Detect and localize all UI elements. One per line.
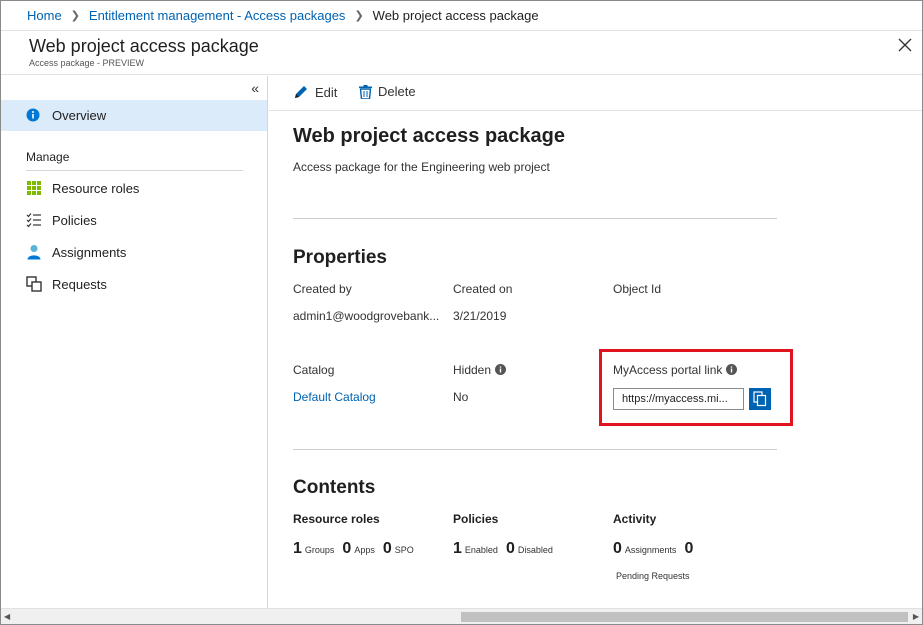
breadcrumb-entitlement[interactable]: Entitlement management - Access packages (89, 8, 346, 23)
close-icon[interactable] (898, 38, 912, 52)
sidebar-item-label: Requests (52, 276, 107, 292)
assignments-label: Assignments (624, 545, 677, 555)
apps-count: 0 (342, 540, 352, 557)
hidden-label: Hidden (453, 363, 492, 377)
contents-title: Contents (293, 477, 376, 498)
activity-heading: Activity (613, 512, 657, 526)
divider (293, 449, 777, 450)
sidebar-item-requests[interactable]: Requests (1, 269, 267, 299)
sidebar: « Overview Manage Resource roles Policie… (1, 76, 268, 608)
breadcrumb-home[interactable]: Home (27, 8, 62, 23)
spo-label: SPO (394, 545, 414, 555)
created-by-value: admin1@woodgrovebank... (293, 309, 440, 323)
policies-counts: 1 Enabled 0 Disabled (453, 540, 561, 558)
resource-roles-heading: Resource roles (293, 512, 380, 526)
scroll-right-icon[interactable]: ▶ (909, 612, 919, 622)
sidebar-item-label: Assignments (52, 244, 127, 260)
pencil-icon (295, 86, 307, 98)
sidebar-item-label: Resource roles (52, 180, 140, 196)
pending-count: 0 (684, 540, 694, 557)
sidebar-item-label: Overview (52, 108, 107, 123)
created-by-label: Created by (293, 282, 352, 296)
sidebar-item-label: Policies (52, 212, 97, 228)
scrollbar-thumb[interactable] (461, 612, 908, 622)
highlight-box (599, 349, 793, 426)
hidden-value: No (453, 390, 469, 404)
scroll-left-icon[interactable]: ◀ (4, 612, 14, 622)
properties-title: Properties (293, 247, 387, 268)
delete-button[interactable]: Delete (359, 84, 416, 99)
sidebar-item-assignments[interactable]: Assignments (1, 237, 267, 267)
main-content: Web project access package Access packag… (269, 112, 922, 608)
edit-label: Edit (315, 84, 338, 100)
chevron-right-icon: ❯ (70, 10, 80, 22)
sidebar-item-overview[interactable]: Overview (1, 100, 267, 131)
hidden-label-row: Hidden (453, 363, 507, 377)
enabled-label: Enabled (464, 545, 498, 555)
blade-header: Web project access package Access packag… (1, 32, 922, 75)
sidebar-section-manage: Manage (26, 150, 70, 164)
trash-icon (359, 84, 372, 99)
requests-icon (26, 276, 42, 292)
object-id-label: Object Id (613, 282, 662, 296)
activity-counts: 0 Assignments 0 (613, 540, 693, 558)
chevron-right-icon: ❯ (354, 10, 364, 22)
sidebar-item-policies[interactable]: Policies (1, 205, 267, 235)
command-bar: Edit Delete (269, 76, 922, 111)
breadcrumb-current: Web project access package (372, 8, 539, 23)
package-title: Web project access package (293, 125, 565, 147)
created-on-value: 3/21/2019 (453, 309, 507, 323)
spo-count: 0 (382, 540, 392, 557)
groups-count: 1 (293, 540, 302, 557)
enabled-count: 1 (453, 540, 462, 557)
policies-heading: Policies (453, 512, 499, 526)
catalog-label: Catalog (293, 363, 335, 377)
catalog-link[interactable]: Default Catalog (293, 390, 376, 404)
divider (293, 218, 777, 219)
package-description: Access package for the Engineering web p… (293, 160, 550, 174)
pending-label: Pending Requests (616, 571, 690, 581)
assignments-count: 0 (613, 540, 622, 557)
grid-icon (27, 181, 41, 195)
disabled-count: 0 (505, 540, 515, 557)
resource-roles-counts: 1 Groups 0 Apps 0 SPO (293, 540, 422, 558)
horizontal-scrollbar[interactable]: ◀ ▶ (1, 608, 922, 624)
page-subtitle: Access package - PREVIEW (29, 58, 145, 68)
edit-button[interactable]: Edit (293, 84, 337, 100)
breadcrumb: Home ❯ Entitlement management - Access p… (1, 1, 922, 31)
sidebar-item-resource-roles[interactable]: Resource roles (1, 173, 267, 203)
page-title: Web project access package (29, 36, 259, 56)
checklist-icon (26, 213, 41, 228)
user-icon (27, 245, 41, 260)
info-icon[interactable] (495, 364, 507, 375)
divider (26, 170, 243, 171)
created-on-label: Created on (453, 282, 513, 296)
info-icon (26, 108, 40, 122)
disabled-label: Disabled (517, 545, 553, 555)
apps-label: Apps (354, 545, 375, 555)
groups-label: Groups (304, 545, 335, 555)
collapse-icon[interactable]: « (251, 80, 259, 96)
portal-window: Home ❯ Entitlement management - Access p… (0, 0, 923, 625)
delete-label: Delete (378, 84, 416, 99)
